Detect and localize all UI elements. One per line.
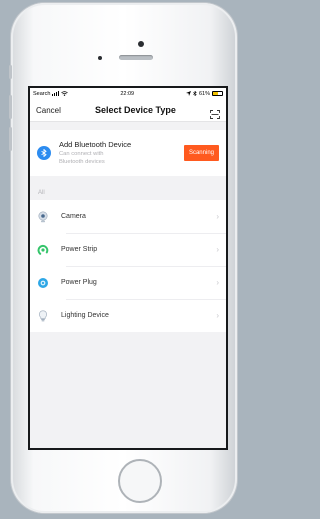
mute-switch [9,65,12,79]
status-bar: Search 22:09 61% [30,88,226,99]
chevron-right-icon: › [216,278,219,287]
device-type-list: Camera › Power Strip › Power Plug › Ligh… [30,200,226,332]
app-screen: Search 22:09 61% Cancel Select Device Ty… [28,86,228,450]
page-title: Select Device Type [95,105,176,115]
list-item-power-plug[interactable]: Power Plug › [30,266,226,299]
power-plug-icon [37,277,49,289]
nav-bar: Cancel Select Device Type [30,99,226,122]
proximity-sensor [98,56,102,60]
camera-icon [37,211,49,223]
bluetooth-icon [37,146,51,160]
list-item-label: Lighting Device [61,312,109,319]
scan-qr-icon[interactable] [210,106,220,119]
power-strip-icon [37,244,49,256]
clock: 22:09 [120,90,135,97]
carrier-label: Search [33,90,51,97]
bluetooth-card-subtitle-1: Can connect with [59,151,104,157]
add-bluetooth-device-card[interactable]: Add Bluetooth Device Can connect with Bl… [30,130,226,176]
battery-icon [212,91,223,96]
list-item-camera[interactable]: Camera › [30,200,226,233]
scanning-button[interactable]: Scanning [183,145,219,161]
list-item-power-strip[interactable]: Power Strip › [30,233,226,266]
list-item-label: Power Strip [61,246,98,253]
front-camera [138,41,144,47]
light-bulb-icon [37,309,49,322]
battery-percent: 61% [198,90,210,97]
wifi-icon [61,91,69,96]
section-label-all: All [38,190,45,196]
cancel-button[interactable]: Cancel [36,106,61,115]
chevron-right-icon: › [216,212,219,221]
location-icon [185,91,191,96]
bluetooth-status-icon [193,91,197,96]
earpiece-speaker [119,55,153,60]
chevron-right-icon: › [216,245,219,254]
bluetooth-card-subtitle-2: Bluetooth devices [59,159,105,165]
signal-icon [52,91,60,96]
volume-up-button [9,95,12,119]
list-item-lighting-device[interactable]: Lighting Device › [30,299,226,332]
volume-down-button [9,127,12,151]
list-item-label: Power Plug [61,279,97,286]
chevron-right-icon: › [216,311,219,320]
bluetooth-card-title: Add Bluetooth Device [59,140,132,149]
list-item-label: Camera [61,213,86,220]
home-button[interactable] [118,459,162,503]
